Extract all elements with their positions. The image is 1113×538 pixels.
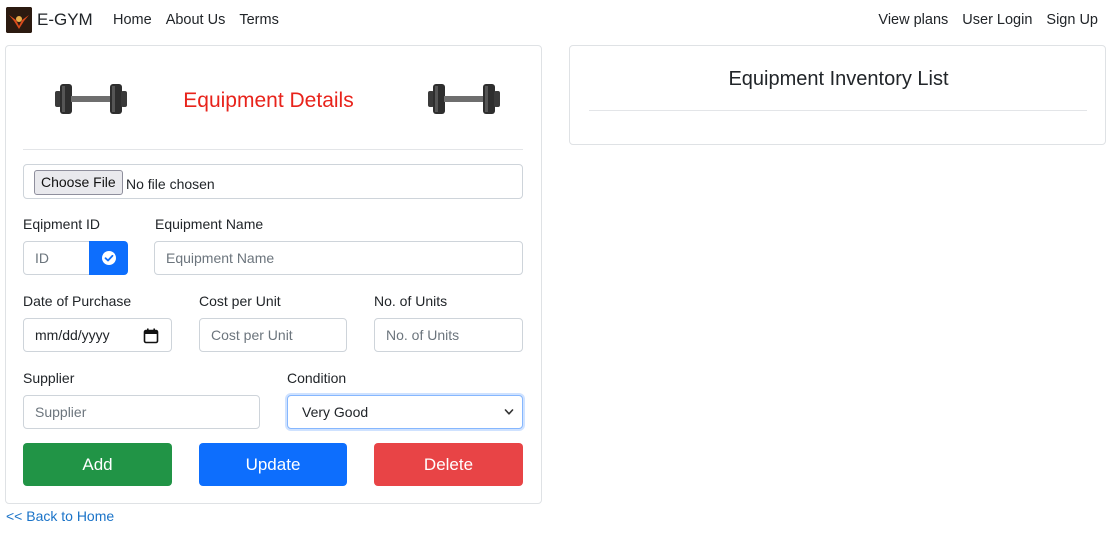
file-status: No file chosen (126, 176, 215, 192)
dumbbell-icon (428, 84, 500, 114)
equipment-id-label: Eqipment ID (23, 216, 101, 232)
navbar: E-GYM Home About Us Terms View plans Use… (0, 0, 1113, 40)
gym-logo-icon (6, 7, 32, 33)
condition-select[interactable]: Very Good (287, 395, 523, 429)
calendar-icon[interactable] (143, 328, 159, 344)
condition-label: Condition (287, 370, 347, 386)
delete-button[interactable]: Delete (374, 443, 523, 486)
choose-file-button[interactable]: Choose File (34, 170, 123, 195)
cost-per-unit-input[interactable]: Cost per Unit (199, 318, 347, 352)
units-label: No. of Units (374, 293, 448, 309)
inventory-divider (589, 110, 1087, 111)
supplier-label: Supplier (23, 370, 75, 386)
date-of-purchase-label: Date of Purchase (23, 293, 132, 309)
nav-view-plans-link[interactable]: View plans (878, 12, 948, 28)
units-input[interactable]: No. of Units (374, 318, 523, 352)
inventory-list-title: Equipment Inventory List (728, 68, 949, 90)
check-circle-icon (101, 251, 116, 265)
date-placeholder: mm/dd/yyyy (35, 327, 110, 343)
nav-user-login-link[interactable]: User Login (962, 12, 1032, 28)
date-of-purchase-input[interactable]: mm/dd/yyyy (23, 318, 172, 352)
chevron-down-icon (504, 409, 514, 415)
back-to-home-link[interactable]: << Back to Home (6, 508, 114, 524)
nav-right: View plans User Login Sign Up (878, 12, 1098, 28)
nav-about-link[interactable]: About Us (166, 12, 226, 28)
equipment-name-label: Equipment Name (155, 216, 264, 232)
cost-per-unit-label: Cost per Unit (199, 293, 281, 309)
brand-name: E-GYM (37, 10, 93, 29)
equipment-name-input[interactable]: Equipment Name (154, 241, 523, 275)
supplier-input[interactable]: Supplier (23, 395, 260, 429)
update-button[interactable]: Update (199, 443, 347, 486)
equipment-id-input[interactable]: ID (23, 241, 90, 275)
nav-sign-up-link[interactable]: Sign Up (1046, 12, 1098, 28)
file-input[interactable]: Choose File No file chosen (23, 164, 523, 199)
brand[interactable]: E-GYM (6, 7, 93, 33)
condition-selected-value: Very Good (302, 404, 369, 420)
check-id-button[interactable] (89, 241, 128, 275)
nav-home-link[interactable]: Home (113, 12, 152, 28)
inventory-list-card: Equipment Inventory List (569, 45, 1106, 145)
nav-left: Home About Us Terms (113, 12, 279, 28)
add-button[interactable]: Add (23, 443, 172, 486)
nav-terms-link[interactable]: Terms (239, 12, 278, 28)
form-divider (23, 149, 523, 150)
